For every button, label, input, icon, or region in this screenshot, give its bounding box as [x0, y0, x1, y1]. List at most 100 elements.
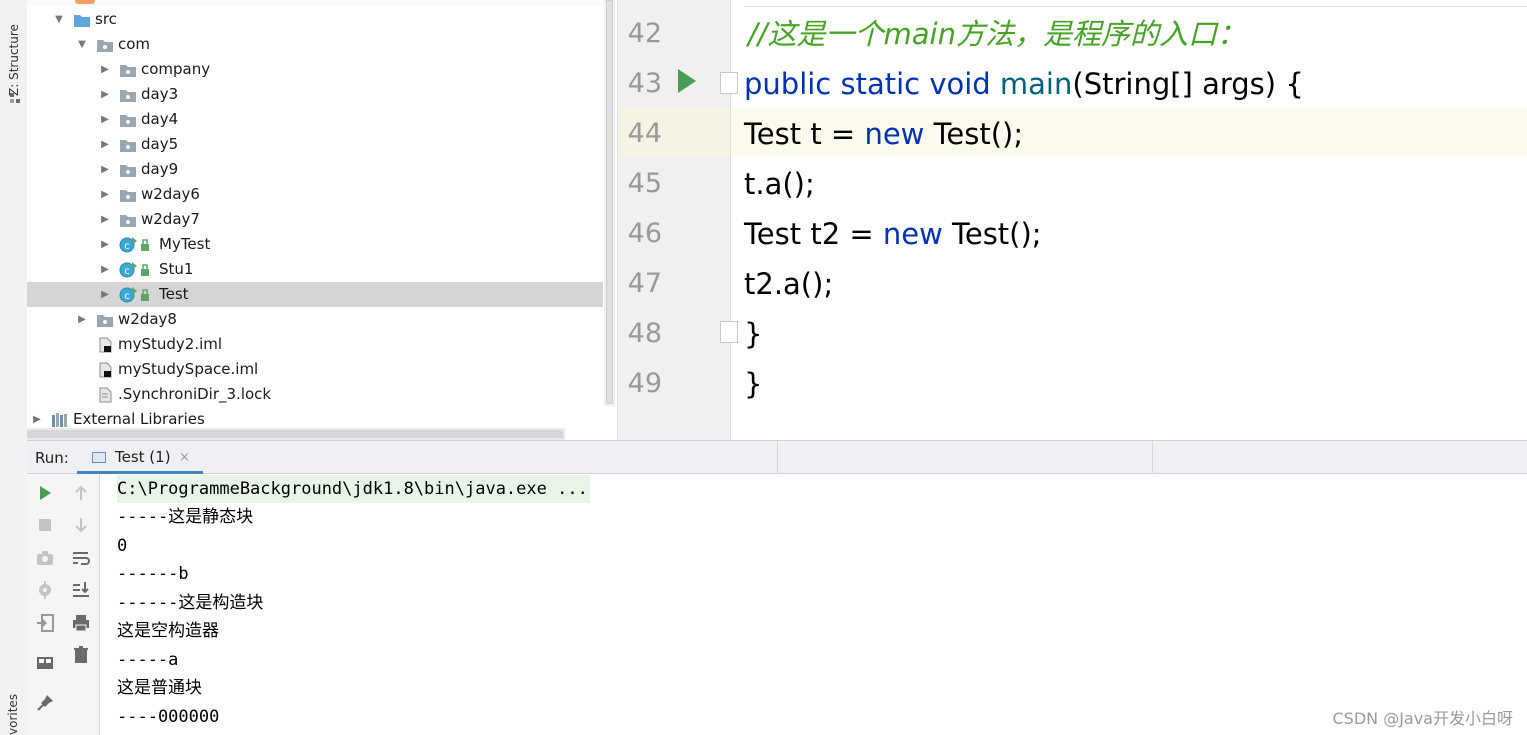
chevron-right-icon[interactable]: ▶: [99, 182, 111, 207]
tree-item[interactable]: ▶ day3: [27, 82, 603, 107]
tree-scroll-thumb[interactable]: [606, 0, 613, 404]
tree-item[interactable]: ▶ w2day7: [27, 207, 603, 232]
scroll-to-end-button[interactable]: [70, 579, 92, 601]
run-config-tab[interactable]: Test (1) ×: [77, 441, 203, 474]
tree-item[interactable]: ▶ day9: [27, 157, 603, 182]
clear-all-button[interactable]: [70, 644, 92, 666]
chevron-right-icon[interactable]: ▶: [99, 232, 111, 257]
print-button[interactable]: [70, 612, 92, 634]
tree-item-label: w2day8: [118, 310, 177, 328]
import-icon: [37, 614, 54, 632]
svg-text:c: c: [124, 291, 130, 302]
code-line-49: }: [744, 359, 762, 409]
libraries-icon: [52, 413, 67, 427]
pin-icon: [37, 695, 53, 711]
left-tool-strip: Z: Structure vorites: [0, 0, 28, 735]
tree-item[interactable]: ▶ w2day6: [27, 182, 603, 207]
tree-item[interactable]: ▶ day4: [27, 107, 603, 132]
code-text: Test();: [924, 117, 1024, 151]
iml-file-icon: [99, 362, 112, 378]
dump-threads-button[interactable]: [34, 547, 56, 569]
text-file-icon: [99, 387, 112, 403]
chevron-right-icon[interactable]: ▶: [99, 132, 111, 157]
package-icon: [120, 90, 136, 102]
package-icon: [120, 140, 136, 152]
tree-item-label: day4: [141, 110, 179, 128]
chevron-right-icon[interactable]: ▶: [99, 257, 111, 282]
code-text: t2.a();: [744, 267, 834, 301]
stop-button[interactable]: [34, 514, 56, 536]
run-tab-label: Test (1): [115, 448, 171, 466]
tree-item-label: com: [118, 35, 151, 53]
tree-item[interactable]: myStudySpace.iml: [27, 357, 603, 382]
tree-vertical-scrollbar[interactable]: [604, 0, 615, 406]
previous-occurrence-button[interactable]: [70, 482, 92, 504]
tree-item[interactable]: ▶ c MyTest: [27, 232, 603, 257]
package-icon: [97, 40, 113, 52]
package-icon: [97, 315, 113, 327]
line-number: 45: [627, 168, 662, 199]
fold-collapse-icon[interactable]: [720, 72, 738, 94]
code-line-43: public static void main(String[] args) {: [744, 59, 1304, 109]
scroll-to-end-icon: [73, 582, 89, 597]
code-text: }: [744, 317, 763, 351]
tree-item[interactable]: ▶ day5: [27, 132, 603, 157]
package-icon: [120, 215, 136, 227]
java-class-icon: c: [119, 237, 149, 253]
play-icon: [40, 486, 51, 500]
line-number: 49: [627, 368, 662, 399]
tree-item[interactable]: myStudy2.iml: [27, 332, 603, 357]
tree-item[interactable]: ▶ c Test: [27, 282, 603, 307]
tree-item-label: Test: [159, 285, 189, 303]
tree-item[interactable]: ▶ c Stu1: [27, 257, 603, 282]
code-line-44: Test t = new Test();: [744, 109, 1023, 159]
arrow-up-icon: [75, 485, 87, 500]
chevron-right-icon[interactable]: ▶: [99, 157, 111, 182]
code-editor[interactable]: 42 43 44 45 46 47 48 49 //这是一个main方法，是程序…: [617, 0, 1527, 440]
code-keyword: new: [882, 217, 943, 251]
pin-tab-button[interactable]: [34, 692, 56, 714]
trash-icon: [74, 646, 88, 663]
code-line-46: Test t2 = new Test();: [744, 209, 1042, 259]
settings-button[interactable]: [34, 579, 56, 601]
run-main-gutter-icon[interactable]: [678, 69, 696, 93]
next-occurrence-button[interactable]: [70, 514, 92, 536]
tree-horizontal-scrollbar[interactable]: [27, 428, 565, 440]
tree-item[interactable]: ▶ company: [27, 57, 603, 82]
close-tab-icon[interactable]: ×: [179, 441, 190, 474]
layout-icon: [37, 657, 53, 669]
code-keyword: public static void: [744, 67, 991, 101]
chevron-down-icon[interactable]: ▼: [76, 32, 88, 57]
header-divider: [1152, 441, 1153, 474]
fold-end-icon[interactable]: [720, 321, 738, 343]
code-method-name: main: [999, 67, 1073, 101]
line-number: 47: [627, 268, 662, 299]
tree-item-label: src: [95, 10, 117, 28]
code-line-42: //这是一个main方法，是程序的入口：: [748, 9, 1246, 59]
chevron-right-icon[interactable]: ▶: [99, 282, 111, 307]
structure-icon: [10, 93, 20, 103]
chevron-down-icon[interactable]: ▼: [53, 7, 65, 32]
layout-button[interactable]: [34, 652, 56, 674]
chevron-right-icon[interactable]: ▶: [99, 107, 111, 132]
tree-item[interactable]: ▶ w2day8: [27, 307, 603, 332]
package-icon: [120, 115, 136, 127]
rerun-button[interactable]: [34, 482, 56, 504]
soft-wrap-button[interactable]: [70, 547, 92, 569]
tree-item-label: day9: [141, 160, 179, 178]
chevron-right-icon[interactable]: ▶: [99, 82, 111, 107]
project-panel-edge: [27, 0, 617, 6]
chevron-right-icon[interactable]: ▶: [76, 307, 88, 332]
tree-item[interactable]: .SynchroniDir_3.lock: [27, 382, 603, 407]
tree-hscroll-thumb[interactable]: [27, 430, 563, 438]
console-output[interactable]: C:\ProgrammeBackground\jdk1.8\bin\java.e…: [100, 474, 1527, 735]
camera-icon: [37, 551, 53, 565]
console-line: 0: [117, 536, 128, 556]
tree-item[interactable]: ▼ com: [27, 32, 603, 57]
restore-layout-button[interactable]: [34, 612, 56, 634]
svg-text:c: c: [124, 266, 130, 277]
code-text: Test t =: [744, 117, 865, 151]
tree-item[interactable]: ▼ src: [27, 7, 603, 32]
chevron-right-icon[interactable]: ▶: [99, 207, 111, 232]
chevron-right-icon[interactable]: ▶: [99, 57, 111, 82]
